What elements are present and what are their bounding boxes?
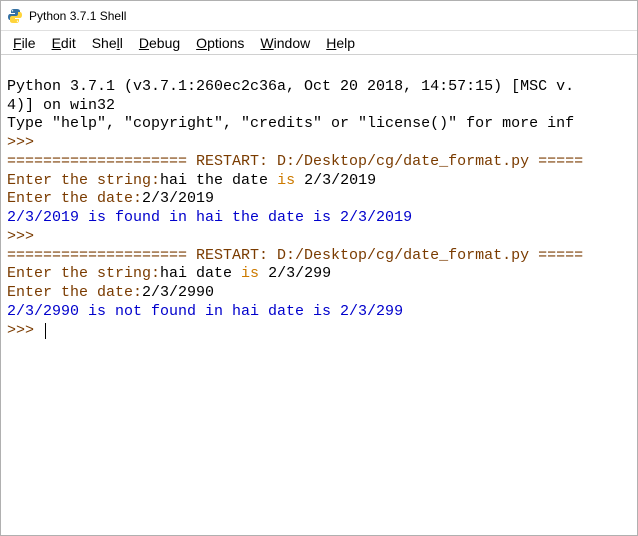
restart-line-1: ==================== RESTART: D:/Desktop… [7, 153, 583, 170]
menu-edit[interactable]: Edit [44, 33, 84, 53]
version-line-1: Python 3.7.1 (v3.7.1:260ec2c36a, Oct 20 … [7, 78, 574, 95]
version-line-2: 4)] on win32 [7, 97, 115, 114]
input-prompt-2a: Enter the string: [7, 265, 160, 282]
text-cursor [45, 323, 46, 339]
help-line: Type "help", "copyright", "credits" or "… [7, 115, 574, 132]
prompt: >>> [7, 322, 34, 339]
menu-window[interactable]: Window [252, 33, 318, 53]
titlebar: Python 3.7.1 Shell [1, 1, 637, 31]
menu-file[interactable]: File [5, 33, 44, 53]
input-prompt-1a: Enter the string: [7, 172, 160, 189]
input-prompt-1b: Enter the date: [7, 190, 142, 207]
menubar: File Edit Shell Debug Options Window Hel… [1, 31, 637, 55]
restart-line-2: ==================== RESTART: D:/Desktop… [7, 247, 583, 264]
menu-options[interactable]: Options [188, 33, 252, 53]
prompt: >>> [7, 228, 34, 245]
output-line-1: 2/3/2019 is found in hai the date is 2/3… [7, 209, 412, 226]
console-output[interactable]: Python 3.7.1 (v3.7.1:260ec2c36a, Oct 20 … [1, 55, 637, 344]
input-text-2b: 2/3/299 [259, 265, 331, 282]
input-text-1b: 2/3/2019 [295, 172, 376, 189]
menu-debug[interactable]: Debug [131, 33, 188, 53]
prompt: >>> [7, 134, 34, 151]
menu-shell[interactable]: Shell [84, 33, 131, 53]
window-title: Python 3.7.1 Shell [29, 9, 126, 23]
input-text-1a: hai the date [160, 172, 277, 189]
input-text-1c: 2/3/2019 [142, 190, 214, 207]
output-line-2: 2/3/2990 is not found in hai date is 2/3… [7, 303, 403, 320]
menu-help[interactable]: Help [318, 33, 363, 53]
input-prompt-2b: Enter the date: [7, 284, 142, 301]
kw-is-2: is [241, 265, 259, 282]
input-text-2a: hai date [160, 265, 241, 282]
python-icon [7, 8, 23, 24]
input-text-2c: 2/3/2990 [142, 284, 214, 301]
kw-is-1: is [277, 172, 295, 189]
